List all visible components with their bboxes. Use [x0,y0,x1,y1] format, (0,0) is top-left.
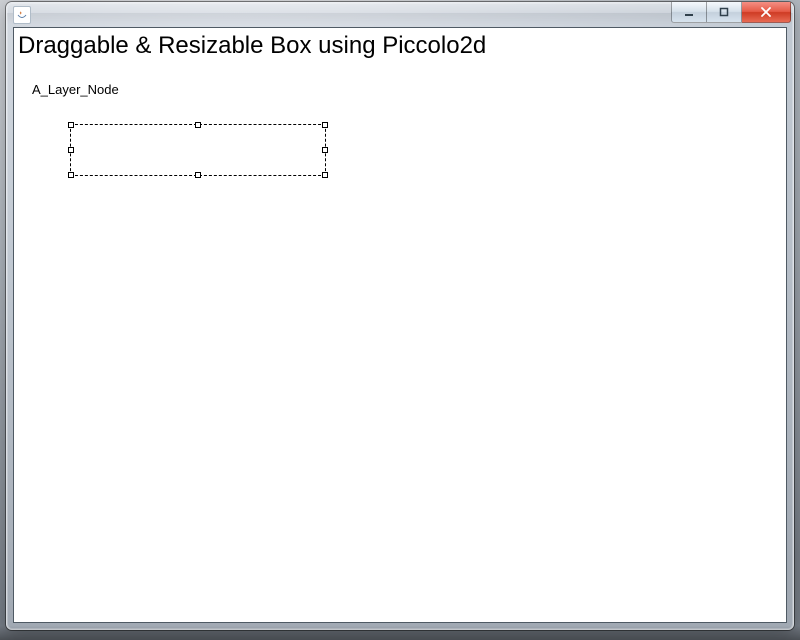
resize-handle-w[interactable] [68,147,74,153]
close-icon [760,7,772,17]
layer-node-label: A_Layer_Node [32,82,119,97]
resize-handle-sw[interactable] [68,172,74,178]
page-title: Draggable & Resizable Box using Piccolo2… [18,32,786,60]
maximize-icon [719,7,729,17]
resize-handle-nw[interactable] [68,122,74,128]
resize-handle-se[interactable] [322,172,328,178]
minimize-icon [684,7,694,17]
window-controls [671,2,791,23]
selected-box[interactable] [70,124,326,176]
minimize-button[interactable] [671,2,707,23]
resize-handle-e[interactable] [322,147,328,153]
canvas-panel[interactable]: Draggable & Resizable Box using Piccolo2… [13,27,787,623]
close-button[interactable] [742,2,791,23]
titlebar[interactable] [7,3,793,25]
resize-handle-ne[interactable] [322,122,328,128]
resize-handle-n[interactable] [195,122,201,128]
app-window: Draggable & Resizable Box using Piccolo2… [6,2,794,630]
desktop: Draggable & Resizable Box using Piccolo2… [0,0,800,640]
resize-handle-s[interactable] [195,172,201,178]
maximize-button[interactable] [707,2,742,23]
java-app-icon [13,6,31,24]
